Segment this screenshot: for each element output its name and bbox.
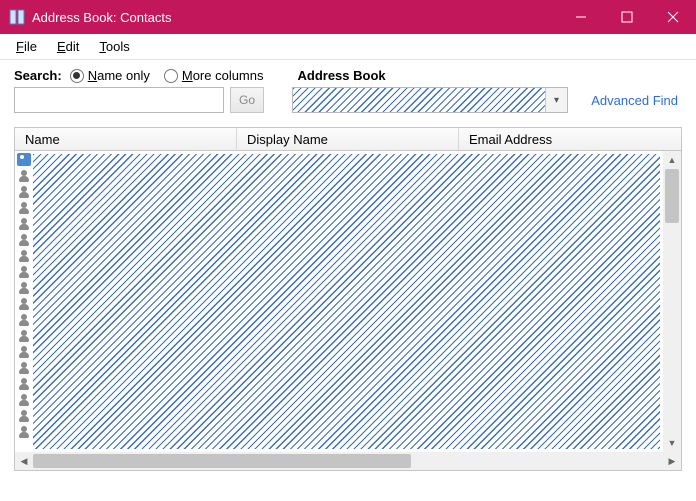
address-book-combo[interactable]: ▾: [292, 87, 568, 113]
radio-name-only[interactable]: Name only: [70, 68, 150, 83]
menu-edit[interactable]: Edit: [47, 37, 89, 56]
radio-more-columns[interactable]: More columns: [164, 68, 264, 83]
person-icon: [17, 201, 31, 215]
search-row-inputs: Go ▾ Advanced Find: [14, 87, 682, 113]
scroll-left-icon: ◀: [15, 452, 33, 470]
advanced-find-link[interactable]: Advanced Find: [591, 93, 682, 108]
search-row-labels: Search: Name only More columns Address B…: [14, 68, 682, 83]
person-icon: [17, 393, 31, 407]
column-headers: Name Display Name Email Address: [14, 127, 682, 151]
maximize-button[interactable]: [604, 0, 650, 34]
radio-name-only-label: Name only: [88, 68, 150, 83]
menu-file[interactable]: File: [6, 37, 47, 56]
column-header-name[interactable]: Name: [15, 128, 237, 150]
client-area: Search: Name only More columns Address B…: [0, 60, 696, 481]
person-icon: [17, 281, 31, 295]
scroll-track: [33, 452, 663, 470]
close-button[interactable]: [650, 0, 696, 34]
person-icon: [17, 345, 31, 359]
chevron-down-icon: ▾: [545, 88, 567, 112]
radio-more-columns-label: More columns: [182, 68, 264, 83]
column-header-email[interactable]: Email Address: [459, 128, 681, 150]
person-icon: [17, 217, 31, 231]
address-book-icon: [8, 8, 26, 26]
address-book-combo-value: [293, 88, 545, 112]
minimize-button[interactable]: [558, 0, 604, 34]
scroll-track: [663, 169, 681, 434]
window-title: Address Book: Contacts: [32, 10, 171, 25]
radio-circle-icon: [164, 69, 178, 83]
menu-tools[interactable]: Tools: [89, 37, 139, 56]
person-icon: [17, 297, 31, 311]
scroll-thumb[interactable]: [665, 169, 679, 223]
scroll-right-icon: ▶: [663, 452, 681, 470]
person-icon: [17, 409, 31, 423]
person-icon: [17, 169, 31, 183]
person-icon: [17, 249, 31, 263]
contact-icon-strip: [15, 151, 33, 452]
person-icon: [17, 377, 31, 391]
scroll-thumb[interactable]: [33, 454, 411, 468]
menubar: File Edit Tools: [0, 34, 696, 60]
radio-circle-icon: [70, 69, 84, 83]
titlebar: Address Book: Contacts: [0, 0, 696, 34]
person-icon: [17, 361, 31, 375]
go-button[interactable]: Go: [230, 87, 264, 113]
person-icon: [17, 313, 31, 327]
address-book-label: Address Book: [298, 68, 386, 83]
contact-data-redacted[interactable]: [33, 154, 660, 449]
card-icon: [17, 153, 31, 166]
person-icon: [17, 329, 31, 343]
person-icon: [17, 185, 31, 199]
person-icon: [17, 233, 31, 247]
horizontal-scrollbar[interactable]: ◀ ▶: [15, 452, 681, 470]
column-header-displayname[interactable]: Display Name: [237, 128, 459, 150]
person-icon: [17, 425, 31, 439]
contact-list: ▲ ▼ ◀ ▶: [14, 151, 682, 471]
person-icon: [17, 265, 31, 279]
scroll-up-icon: ▲: [663, 151, 681, 169]
search-label: Search:: [14, 68, 62, 83]
vertical-scrollbar[interactable]: ▲ ▼: [663, 151, 681, 452]
search-input[interactable]: [14, 87, 224, 113]
scroll-down-icon: ▼: [663, 434, 681, 452]
